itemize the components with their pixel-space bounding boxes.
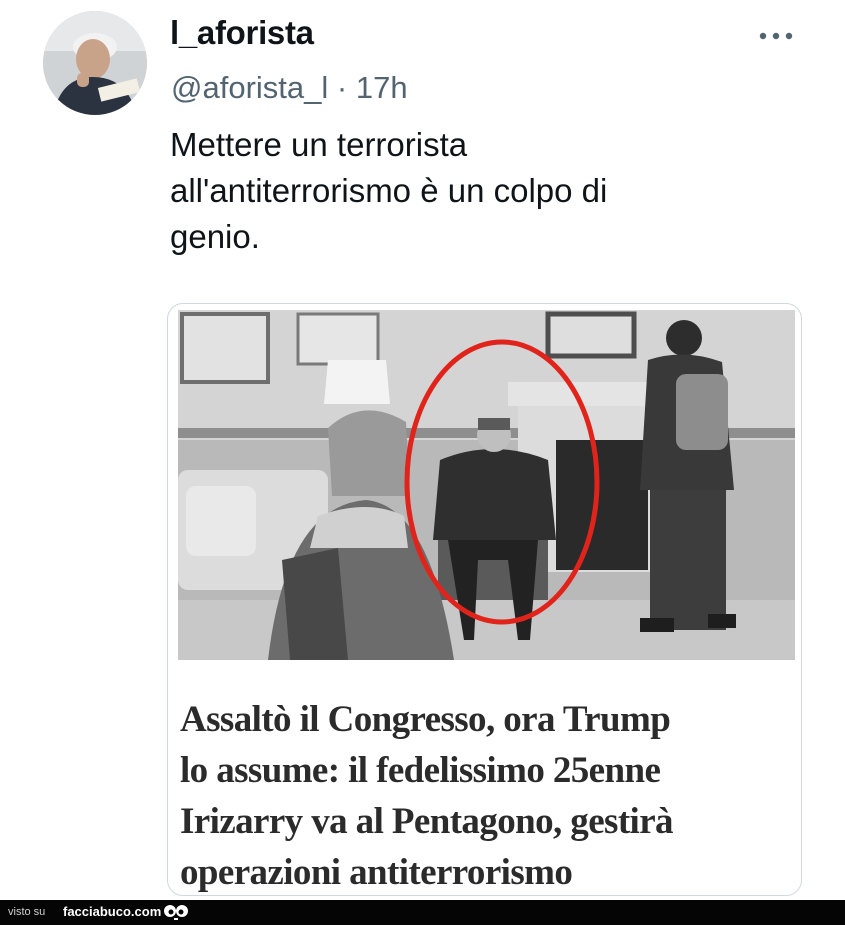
tweet-text-line: genio. bbox=[170, 218, 260, 255]
headline-line: Assaltò il Congresso, ora Trump bbox=[180, 699, 671, 740]
facciabuco-logo-icon bbox=[164, 905, 188, 920]
timestamp[interactable]: 17h bbox=[356, 70, 408, 105]
more-horizontal-icon bbox=[759, 32, 793, 40]
watermark-site[interactable]: facciabuco.com bbox=[63, 904, 161, 919]
tweet-text-line: Mettere un terrorista bbox=[170, 126, 468, 163]
article-headline[interactable]: Assaltò il Congresso, ora Trump lo assum… bbox=[180, 694, 795, 895]
separator-dot: · bbox=[336, 70, 348, 105]
news-photo[interactable] bbox=[178, 310, 795, 660]
media-card[interactable]: Assaltò il Congresso, ora Trump lo assum… bbox=[167, 303, 802, 896]
more-options-button[interactable] bbox=[757, 26, 797, 46]
user-handle[interactable]: @aforista_l bbox=[171, 70, 328, 105]
tweet-text: Mettere un terrorista all'antiterrorismo… bbox=[170, 122, 770, 260]
headline-line: operazioni antiterrorismo bbox=[180, 852, 573, 893]
watermark-prefix: visto su bbox=[8, 906, 46, 918]
display-name[interactable]: l_aforista bbox=[170, 14, 314, 52]
headline-line: lo assume: il fedelissimo 25enne bbox=[180, 750, 661, 791]
handle-time-row: @aforista_l · 17h bbox=[171, 70, 408, 106]
watermark-bar: visto su facciabuco.com bbox=[0, 900, 845, 925]
profile-avatar[interactable] bbox=[43, 11, 147, 115]
headline-line: Irizarry va al Pentagono, gestirà bbox=[180, 801, 674, 842]
avatar-photo bbox=[43, 11, 147, 115]
tweet-text-line: all'antiterrorismo è un colpo di bbox=[170, 172, 608, 209]
